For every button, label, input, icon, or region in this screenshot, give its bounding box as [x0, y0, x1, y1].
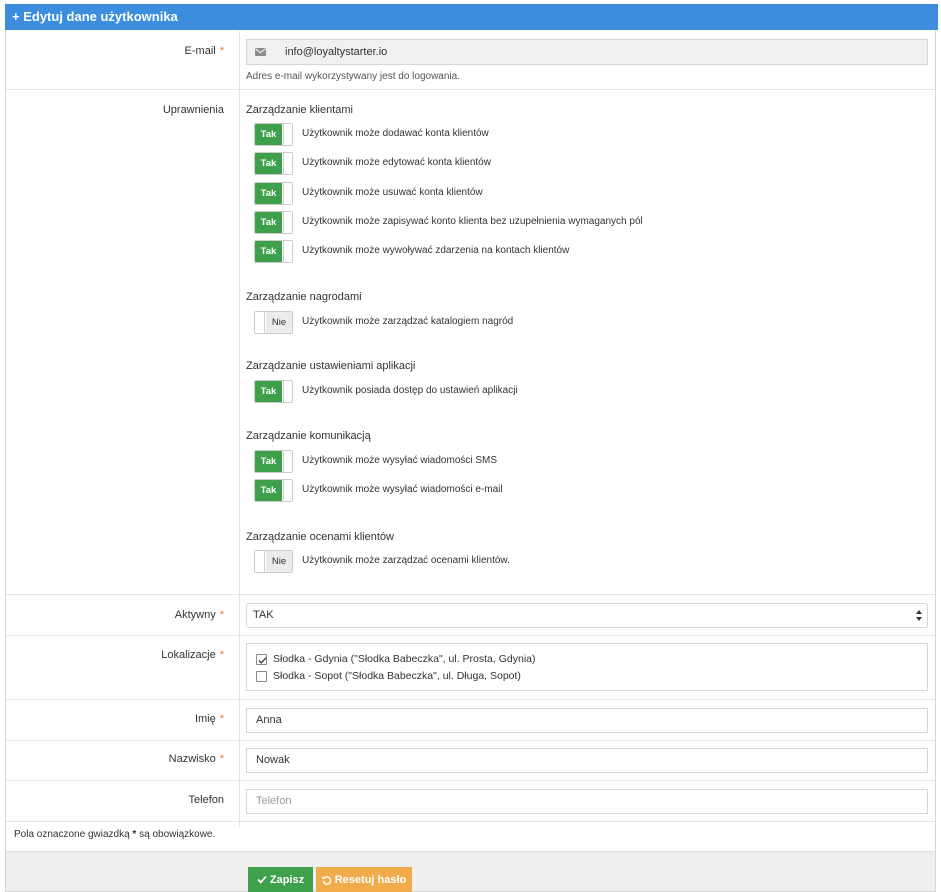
email-value: info@loyaltystarter.io: [285, 46, 388, 58]
active-select-value: TAK: [253, 609, 274, 621]
permission-group-title: Zarządzanie ocenami klientów: [246, 531, 394, 543]
location-option[interactable]: Słodka - Sopot ("Słodka Babeczka", ul. D…: [256, 669, 521, 683]
active-label: Aktywny *: [174, 609, 224, 621]
row-divider: [6, 89, 935, 90]
toggle-knob: [283, 480, 292, 501]
phone-label: Telefon: [188, 794, 224, 806]
first-name-label: Imię *: [194, 713, 224, 725]
locations-label: Lokalizacje *: [161, 649, 224, 661]
permission-description: Użytkownik może wysyłać wiadomości e-mai…: [302, 484, 503, 495]
check-icon: [257, 875, 267, 884]
permission-toggle[interactable]: Nie: [254, 550, 293, 573]
toggle-state-label: Tak: [255, 241, 282, 262]
location-label: Słodka - Gdynia ("Słodka Babeczka", ul. …: [273, 653, 536, 665]
form-actions: Zapisz Resetuj hasło: [6, 851, 935, 892]
toggle-knob: [283, 451, 292, 472]
row-divider: [6, 780, 935, 781]
permission-group-title: Zarządzanie komunikacją: [246, 430, 371, 442]
location-option[interactable]: Słodka - Gdynia ("Słodka Babeczka", ul. …: [256, 652, 536, 666]
last-name-value: Nowak: [256, 754, 290, 766]
save-button[interactable]: Zapisz: [248, 867, 313, 892]
permission-description: Użytkownik może dodawać konta klientów: [302, 128, 489, 139]
permission-description: Użytkownik może zapisywać konto klienta …: [302, 216, 643, 227]
first-name-input[interactable]: Anna: [246, 708, 928, 733]
permission-toggle[interactable]: Tak: [254, 211, 293, 234]
panel-title: + Edytuj dane użytkownika: [5, 4, 938, 30]
toggle-knob: [255, 312, 265, 333]
permission-group-title: Zarządzanie nagrodami: [246, 291, 362, 303]
required-fields-note: Pola oznaczone gwiazdką * są obowiązkowe…: [14, 829, 216, 840]
permission-description: Użytkownik może wywoływać zdarzenia na k…: [302, 245, 570, 256]
toggle-knob: [283, 183, 292, 204]
permission-description: Użytkownik może zarządzać ocenami klient…: [302, 555, 510, 566]
permission-toggle[interactable]: Tak: [254, 479, 293, 502]
location-label: Słodka - Sopot ("Słodka Babeczka", ul. D…: [273, 670, 521, 682]
permission-toggle[interactable]: Tak: [254, 182, 293, 205]
permission-description: Użytkownik posiada dostęp do ustawień ap…: [302, 385, 518, 396]
undo-icon: [321, 875, 331, 885]
permission-group-title: Zarządzanie ustawieniami aplikacji: [246, 360, 416, 372]
toggle-state-label: Tak: [255, 480, 282, 501]
toggle-state-label: Nie: [266, 312, 292, 333]
toggle-knob: [255, 551, 265, 572]
toggle-state-label: Tak: [255, 183, 282, 204]
permission-toggle[interactable]: Tak: [254, 152, 293, 175]
permission-description: Użytkownik może usuwać konta klientów: [302, 187, 483, 198]
edit-user-panel: + Edytuj dane użytkownika E-mail * info@l…: [5, 4, 938, 892]
toggle-knob: [283, 381, 292, 402]
toggle-knob: [283, 124, 292, 145]
reset-password-button[interactable]: Resetuj hasło: [316, 867, 412, 892]
row-divider: [6, 699, 935, 700]
phone-input[interactable]: Telefon: [246, 789, 928, 814]
select-arrows-icon: [916, 610, 922, 621]
permission-toggle[interactable]: Tak: [254, 450, 293, 473]
toggle-knob: [283, 212, 292, 233]
reset-password-button-label: Resetuj hasło: [334, 873, 407, 886]
active-select[interactable]: TAK: [246, 603, 928, 628]
row-divider: [6, 594, 935, 595]
permission-toggle[interactable]: Tak: [254, 380, 293, 403]
email-label: E-mail *: [184, 45, 224, 57]
toggle-state-label: Tak: [255, 124, 282, 145]
toggle-state-label: Tak: [255, 153, 282, 174]
toggle-state-label: Tak: [255, 451, 282, 472]
checkbox-checked[interactable]: [256, 653, 267, 665]
save-button-label: Zapisz: [269, 873, 305, 886]
row-divider: [6, 821, 935, 822]
email-field: info@loyaltystarter.io: [246, 39, 928, 65]
permission-toggle[interactable]: Nie: [254, 311, 293, 334]
checkmark-icon: [258, 656, 267, 664]
permission-description: Użytkownik może edytować konta klientów: [302, 157, 491, 168]
toggle-state-label: Tak: [255, 381, 282, 402]
email-help-text: Adres e-mail wykorzystywany jest do logo…: [246, 71, 460, 82]
row-divider: [6, 740, 935, 741]
phone-placeholder: Telefon: [256, 795, 292, 807]
row-divider: [6, 635, 935, 636]
permission-toggle[interactable]: Tak: [254, 240, 293, 263]
toggle-knob: [283, 241, 292, 262]
label-column-divider: [239, 31, 240, 827]
permissions-label: Uprawnienia: [162, 104, 224, 116]
permission-group-title: Zarządzanie klientami: [246, 104, 353, 116]
toggle-state-label: Tak: [255, 212, 282, 233]
envelope-icon: [247, 40, 274, 64]
last-name-label: Nazwisko *: [168, 753, 224, 765]
checkbox-unchecked[interactable]: [256, 670, 267, 682]
permission-description: Użytkownik może wysyłać wiadomości SMS: [302, 455, 498, 466]
permission-description: Użytkownik może zarządzać katalogiem nag…: [302, 316, 514, 327]
toggle-knob: [283, 153, 292, 174]
locations-box: Słodka - Gdynia ("Słodka Babeczka", ul. …: [246, 643, 928, 691]
last-name-input[interactable]: Nowak: [246, 748, 928, 773]
toggle-state-label: Nie: [266, 551, 292, 572]
first-name-value: Anna: [256, 714, 282, 726]
permission-toggle[interactable]: Tak: [254, 123, 293, 146]
